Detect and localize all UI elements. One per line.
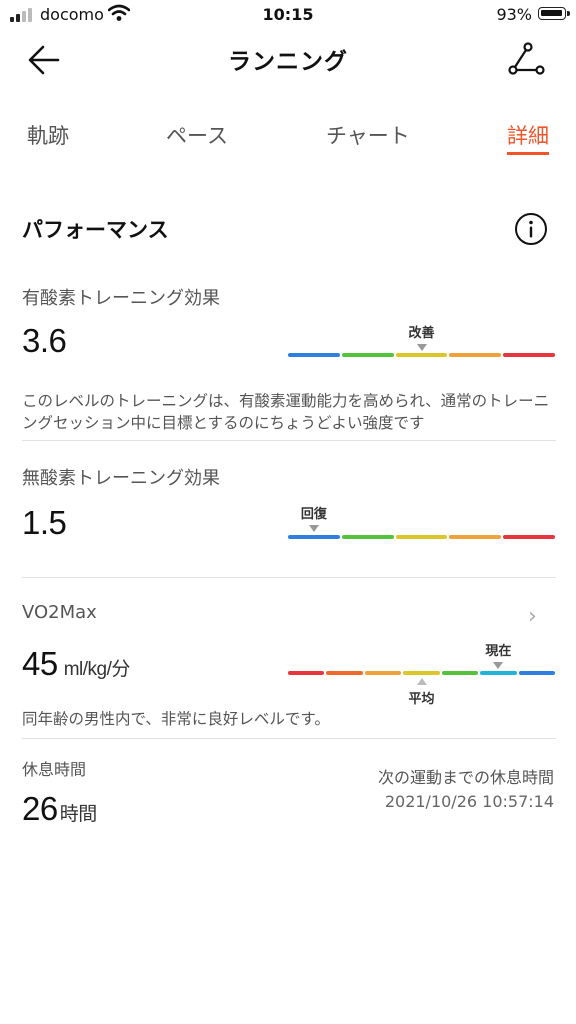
battery-icon (538, 7, 570, 20)
vo2max-average-label: 平均 (408, 692, 435, 707)
scale-segment (364, 671, 402, 675)
scale-segment (480, 671, 517, 675)
next-workout-label: 次の運動までの休息時間 (377, 768, 554, 787)
rest-time-value-row: 26 時間 (22, 790, 97, 828)
scale-segment (449, 535, 502, 539)
aerobic-marker-label: 改善 (408, 326, 435, 341)
anaerobic-marker-label: 回復 (300, 507, 327, 522)
aerobic-level-marker: 改善 (392, 322, 452, 351)
vo2max-scale (288, 671, 555, 675)
scale-segment (403, 671, 440, 675)
active-tab-indicator (507, 152, 549, 155)
divider (22, 577, 556, 578)
status-bar: docomo 10:15 93% (0, 0, 576, 30)
scale-segment (441, 671, 479, 675)
tab-track[interactable]: 軌跡 (27, 120, 69, 150)
scale-segment (449, 353, 502, 357)
divider (22, 738, 556, 739)
scale-segment (518, 671, 555, 675)
divider (22, 440, 556, 441)
vo2max-description: 同年齢の男性内で、非常に良好レベルです。 (22, 710, 330, 728)
scale-segment (503, 353, 555, 357)
scale-segment (395, 353, 448, 357)
vo2max-unit: ml/kg/分 (63, 659, 131, 680)
anaerobic-effect-scale (288, 535, 555, 539)
rest-time-label: 休息時間 (22, 760, 87, 779)
vo2max-average-marker: 平均 (392, 678, 452, 707)
page-title: ランニング (228, 49, 348, 75)
rest-time-value: 26 (22, 790, 58, 827)
performance-title: パフォーマンス (22, 218, 169, 242)
vo2max-value-row: 45 ml/kg/分 (22, 645, 130, 683)
anaerobic-level-marker: 回復 (284, 503, 344, 532)
scale-segment (341, 353, 394, 357)
vo2max-value: 45 (22, 645, 58, 682)
scale-segment (288, 671, 325, 675)
vo2max-label[interactable]: VO2Max (22, 602, 97, 623)
anaerobic-effect-value: 1.5 (22, 504, 67, 541)
aerobic-effect-label: 有酸素トレーニング効果 (22, 288, 220, 309)
status-time: 10:15 (262, 5, 314, 24)
tab-pace[interactable]: ペース (166, 120, 228, 150)
vo2max-current-label: 現在 (485, 644, 512, 659)
info-icon[interactable] (514, 212, 548, 246)
scale-segment (503, 535, 555, 539)
vo2max-current-marker: 現在 (468, 640, 528, 669)
route-share-icon[interactable] (506, 40, 546, 80)
next-workout-time: 2021/10/26 10:57:14 (384, 792, 554, 811)
scale-segment (341, 535, 394, 539)
anaerobic-effect-label: 無酸素トレーニング効果 (22, 468, 220, 489)
aerobic-effect-scale (288, 353, 555, 357)
scale-segment (395, 535, 448, 539)
chevron-right-icon[interactable]: › (528, 604, 537, 629)
scale-segment (288, 535, 340, 539)
scale-segment (326, 671, 363, 675)
aerobic-description: このレベルのトレーニングは、有酸素運動能力を高められ、通常のトレーニングセッショ… (22, 392, 550, 432)
battery-percent: 93% (496, 5, 532, 24)
rest-time-unit: 時間 (59, 804, 98, 825)
tab-chart[interactable]: チャート (326, 120, 410, 150)
tab-details[interactable]: 詳細 (507, 120, 549, 150)
aerobic-effect-value: 3.6 (22, 322, 67, 359)
scale-segment (288, 353, 340, 357)
